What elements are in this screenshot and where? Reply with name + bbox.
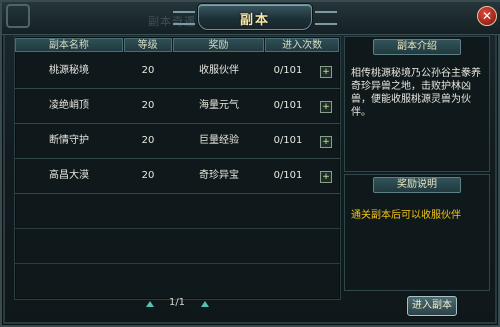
table-header: 副本名称 等级 奖励 进入次数 bbox=[15, 37, 340, 53]
dungeon-level: 20 bbox=[141, 65, 155, 76]
plus-icon[interactable]: + bbox=[320, 171, 332, 183]
dungeon-reward: 收服伙伴 bbox=[199, 65, 239, 76]
dungeon-name: 桃源秘境 bbox=[49, 65, 89, 76]
row-divider bbox=[15, 228, 340, 229]
dungeon-entries: 0/101 bbox=[273, 135, 303, 146]
dungeon-entries: 0/101 bbox=[273, 100, 303, 111]
header-reward: 奖励 bbox=[172, 38, 265, 52]
dungeon-window: 副本奇遇 副本 ✕ 副本名称 等级 奖励 进入次数 桃源秘境 20 收服伙伴 0… bbox=[0, 0, 500, 327]
header-name: 副本名称 bbox=[15, 38, 123, 52]
window-title: 副本 bbox=[239, 13, 270, 28]
corner-ornament-left bbox=[6, 4, 30, 28]
dungeon-reward: 巨量经验 bbox=[199, 135, 239, 146]
next-page-icon[interactable] bbox=[201, 301, 209, 307]
row-divider bbox=[15, 263, 340, 264]
table-row[interactable]: 凌绝峭顶 20 海量元气 0/101 + bbox=[15, 89, 340, 124]
reward-panel: 奖励说明 通关副本后可以收服伙伴 bbox=[344, 174, 490, 291]
intro-text: 相传桃源秘境乃公孙谷主豢养奇珍异兽之地，击败护林凶兽，便能收服桃源灵兽为伙伴。 bbox=[351, 68, 481, 118]
dungeon-entries: 0/101 bbox=[273, 65, 303, 76]
intro-panel: 副本介绍 相传桃源秘境乃公孙谷主豢养奇珍异兽之地，击败护林凶兽，便能收服桃源灵兽… bbox=[344, 36, 490, 172]
reward-title: 奖励说明 bbox=[373, 177, 461, 193]
intro-title: 副本介绍 bbox=[373, 39, 461, 55]
table-row[interactable]: 高昌大漠 20 奇珍异宝 0/101 + bbox=[15, 159, 340, 194]
table-row[interactable]: 断情守护 20 巨量经验 0/101 + bbox=[15, 124, 340, 159]
enter-dungeon-button[interactable]: 进入副本 bbox=[407, 296, 457, 316]
header-level: 等级 bbox=[123, 38, 172, 52]
dungeon-name: 凌绝峭顶 bbox=[49, 100, 89, 111]
plus-icon[interactable]: + bbox=[320, 136, 332, 148]
reward-text: 通关副本后可以收服伙伴 bbox=[351, 210, 461, 221]
dungeon-table: 副本名称 等级 奖励 进入次数 桃源秘境 20 收服伙伴 0/101 + 凌绝峭… bbox=[14, 36, 341, 300]
dungeon-level: 20 bbox=[141, 100, 155, 111]
plus-icon[interactable]: + bbox=[320, 66, 332, 78]
dungeon-entries: 0/101 bbox=[273, 170, 303, 181]
table-row[interactable]: 桃源秘境 20 收服伙伴 0/101 + bbox=[15, 54, 340, 89]
close-button[interactable]: ✕ bbox=[477, 6, 497, 26]
title-bar: 副本奇遇 副本 ✕ bbox=[2, 2, 500, 35]
plus-icon[interactable]: + bbox=[320, 101, 332, 113]
dungeon-reward: 海量元气 bbox=[199, 100, 239, 111]
title-plate: 副本 bbox=[173, 4, 337, 30]
dungeon-reward: 奇珍异宝 bbox=[199, 170, 239, 181]
dungeon-name: 高昌大漠 bbox=[49, 170, 89, 181]
dungeon-level: 20 bbox=[141, 135, 155, 146]
dungeon-level: 20 bbox=[141, 170, 155, 181]
header-entries: 进入次数 bbox=[265, 38, 339, 52]
dungeon-name: 断情守护 bbox=[49, 135, 89, 146]
